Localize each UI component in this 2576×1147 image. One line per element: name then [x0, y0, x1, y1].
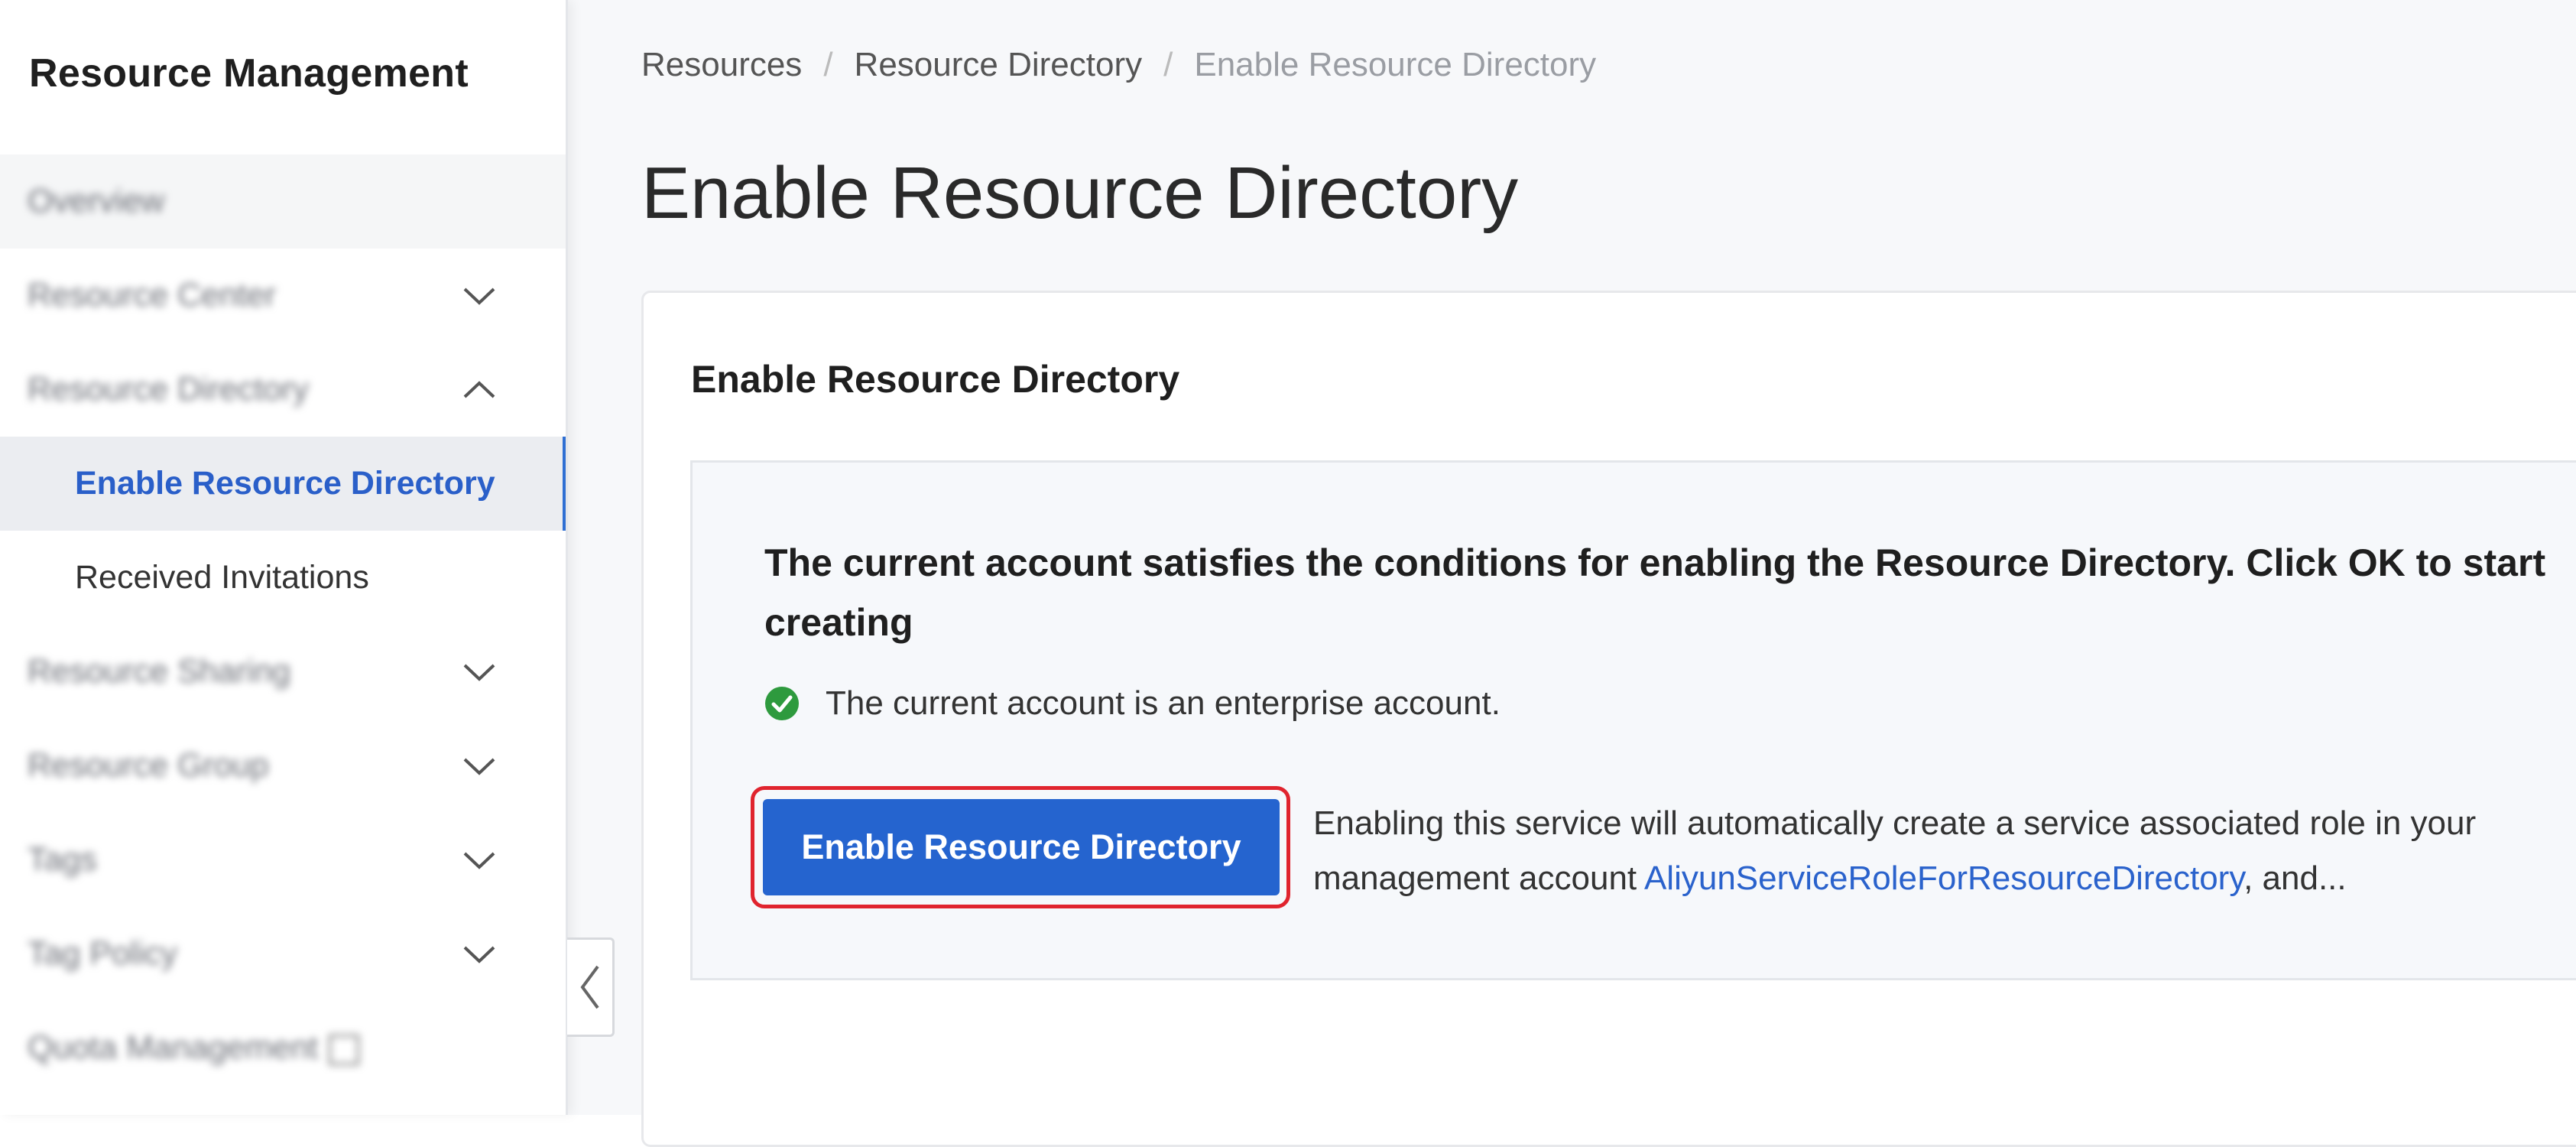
breadcrumb-item-current: Enable Resource Directory	[1194, 46, 1597, 83]
chevron-down-icon	[459, 840, 500, 881]
sidebar-item-label: Received Invitations	[75, 559, 369, 596]
sidebar-item-label: Resource Center	[28, 277, 277, 314]
sidebar-item-quota-management[interactable]: Quota Management	[0, 1001, 566, 1095]
breadcrumb-item-resource-directory[interactable]: Resource Directory	[855, 46, 1143, 83]
chevron-down-icon	[459, 746, 500, 787]
sidebar: Resource Management Overview Resource Ce…	[0, 0, 568, 1115]
main-content: Resources / Resource Directory / Enable Reso…	[568, 0, 2576, 1147]
page-title: Enable Resource Directory	[641, 152, 1519, 234]
chevron-up-icon	[459, 369, 500, 411]
chevron-left-icon	[580, 965, 599, 1009]
sidebar-item-tags[interactable]: Tags	[0, 813, 566, 907]
chevron-down-icon	[459, 651, 500, 693]
sidebar-item-label: Quota Management	[28, 1029, 360, 1067]
check-circle-icon	[765, 687, 799, 720]
enable-resource-directory-button[interactable]: Enable Resource Directory	[763, 799, 1280, 895]
sidebar-item-label: Resource Directory	[28, 371, 309, 408]
sidebar-item-label: Tags	[28, 841, 97, 878]
service-role-link[interactable]: AliyunServiceRoleForResourceDirectory	[1644, 859, 2243, 897]
breadcrumb-separator: /	[823, 46, 833, 83]
chevron-down-icon	[459, 275, 500, 317]
chevron-down-icon	[459, 934, 500, 975]
sidebar-item-label: Resource Group	[28, 747, 269, 784]
sidebar-item-enable-resource-directory[interactable]: Enable Resource Directory	[0, 437, 566, 531]
sidebar-item-resource-directory[interactable]: Resource Directory	[0, 343, 566, 437]
sidebar-item-received-invitations[interactable]: Received Invitations	[0, 531, 566, 625]
service-role-note: Enabling this service will automatically…	[1313, 796, 2574, 906]
sidebar-item-resource-center[interactable]: Resource Center	[0, 249, 566, 343]
sidebar-item-overview[interactable]: Overview	[0, 154, 566, 249]
sidebar-item-resource-group[interactable]: Resource Group	[0, 719, 566, 813]
conditions-panel: The current account satisfies the condit…	[690, 460, 2576, 980]
collapse-sidebar-button[interactable]	[567, 937, 615, 1037]
breadcrumb-item-resources[interactable]: Resources	[641, 46, 802, 83]
sidebar-title: Resource Management	[29, 51, 469, 96]
enable-card: Enable Resource Directory The current ac…	[641, 291, 2576, 1147]
condition-text: The current account is an enterprise acc…	[826, 684, 1501, 722]
external-link-icon	[329, 1034, 360, 1065]
sidebar-item-resource-sharing[interactable]: Resource Sharing	[0, 625, 566, 719]
sidebar-item-label-text: Quota Management	[28, 1029, 319, 1066]
conditions-heading: The current account satisfies the condit…	[764, 541, 2546, 644]
card-title: Enable Resource Directory	[691, 358, 1180, 401]
sidebar-item-label: Tag Policy	[28, 935, 177, 972]
sidebar-nav: Overview Resource Center Resource Direct…	[0, 154, 566, 1095]
breadcrumb: Resources / Resource Directory / Enable Reso…	[641, 46, 1596, 84]
sidebar-item-tag-policy[interactable]: Tag Policy	[0, 907, 566, 1001]
condition-item: The current account is an enterprise acc…	[764, 684, 1501, 723]
breadcrumb-separator: /	[1163, 46, 1173, 83]
sidebar-item-label: Resource Sharing	[28, 653, 291, 690]
note-suffix: , and...	[2243, 859, 2347, 897]
sidebar-item-label: Overview	[28, 183, 165, 219]
sidebar-item-label: Enable Resource Directory	[75, 465, 495, 502]
